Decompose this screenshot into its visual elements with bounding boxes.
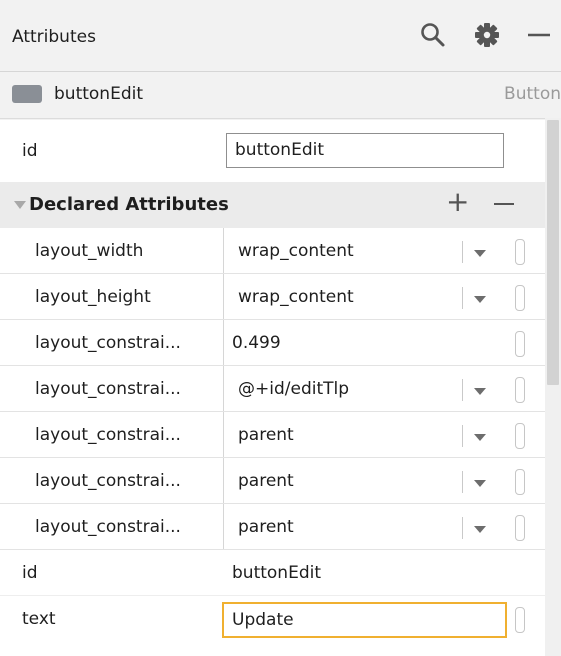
panel-title: Attributes [12, 27, 96, 47]
attributes-panel: Attributes buttonEdit Button id buttonEd… [0, 0, 561, 656]
attribute-value[interactable]: parent [238, 517, 294, 537]
attribute-value[interactable]: parent [238, 425, 294, 445]
id-row: id buttonEdit [0, 120, 545, 182]
attribute-value[interactable]: wrap_content [238, 241, 354, 261]
attributes-table: layout_width wrap_content layout_height … [0, 228, 545, 656]
expand-triangle-icon[interactable] [14, 201, 26, 209]
attribute-name: layout_constrai... [35, 517, 181, 537]
component-name: buttonEdit [54, 84, 143, 104]
attribute-row[interactable]: layout_constrai... @+id/editTlp [0, 366, 545, 412]
attribute-row[interactable]: layout_constrai... parent [0, 504, 545, 550]
attribute-value[interactable]: parent [238, 471, 294, 491]
dropdown-arrow-icon[interactable] [474, 480, 486, 487]
remove-attribute-button[interactable] [494, 203, 514, 205]
resource-picker-button[interactable] [515, 377, 525, 403]
id-label: id [22, 141, 38, 161]
attribute-name: text [22, 609, 56, 629]
dropdown-arrow-icon[interactable] [474, 434, 486, 441]
section-title: Declared Attributes [29, 194, 229, 215]
resource-picker-button[interactable] [515, 331, 525, 357]
attribute-name: layout_height [35, 287, 151, 307]
dropdown-arrow-icon[interactable] [474, 296, 486, 303]
dropdown-arrow-icon[interactable] [474, 526, 486, 533]
add-attribute-button[interactable]: + [446, 187, 469, 217]
attribute-row[interactable]: layout_height wrap_content [0, 274, 545, 320]
attribute-name: layout_width [35, 241, 144, 261]
attribute-row[interactable]: layout_width wrap_content [0, 228, 545, 274]
resource-picker-button[interactable] [515, 285, 525, 311]
component-row[interactable]: buttonEdit Button [0, 72, 561, 119]
dropdown-arrow-icon[interactable] [474, 250, 486, 257]
attribute-row[interactable]: id buttonEdit [0, 550, 545, 596]
attribute-value[interactable]: 0.499 [232, 333, 281, 353]
attribute-value[interactable]: buttonEdit [232, 563, 321, 583]
resource-picker-button[interactable] [515, 469, 525, 495]
attribute-row[interactable]: layout_constrai... 0.499 [0, 320, 545, 366]
attribute-name: id [22, 563, 38, 583]
attribute-name: layout_constrai... [35, 471, 181, 491]
attribute-value[interactable]: @+id/editTlp [238, 379, 349, 399]
attribute-row[interactable]: layout_constrai... parent [0, 412, 545, 458]
component-swatch-icon [12, 85, 42, 103]
attribute-row[interactable]: layout_constrai... parent [0, 458, 545, 504]
attribute-value[interactable]: wrap_content [238, 287, 354, 307]
attribute-name: layout_constrai... [35, 425, 181, 445]
resource-picker-button[interactable] [515, 239, 525, 265]
panel-header: Attributes [0, 0, 561, 72]
text-value-input[interactable]: Update [222, 602, 507, 638]
resource-picker-button[interactable] [515, 607, 525, 633]
scrollbar-thumb[interactable] [547, 120, 559, 385]
attribute-row[interactable]: text Update [0, 596, 545, 642]
component-type: Button [504, 84, 561, 104]
resource-picker-button[interactable] [515, 423, 525, 449]
id-input[interactable]: buttonEdit [226, 133, 504, 168]
gear-icon[interactable] [472, 20, 502, 50]
dropdown-arrow-icon[interactable] [474, 388, 486, 395]
search-icon[interactable] [418, 20, 448, 50]
attribute-name: layout_constrai... [35, 379, 181, 399]
resource-picker-button[interactable] [515, 515, 525, 541]
minimize-icon[interactable] [525, 20, 555, 50]
attribute-name: layout_constrai... [35, 333, 181, 353]
declared-attributes-header[interactable]: Declared Attributes + [0, 182, 545, 228]
